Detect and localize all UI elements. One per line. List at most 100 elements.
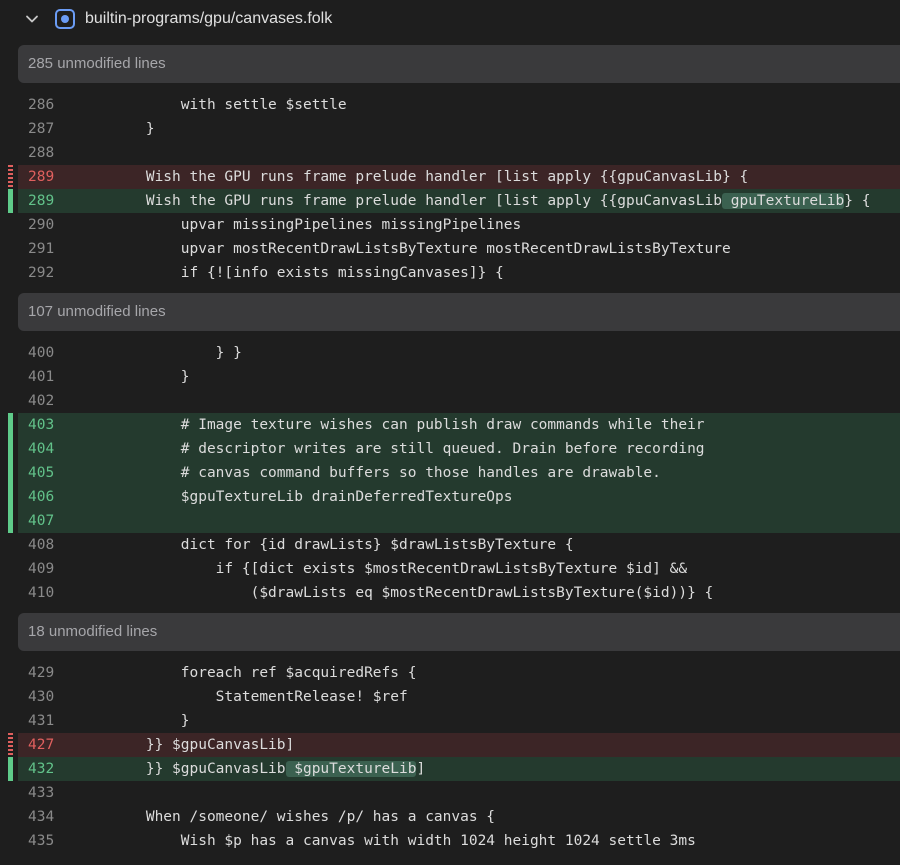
- added-line: 404 # descriptor writes are still queued…: [0, 437, 900, 461]
- file-modified-icon: [55, 9, 75, 29]
- line-number: 291: [28, 241, 55, 257]
- context-line: 291 upvar mostRecentDrawListsByTexture m…: [0, 237, 900, 261]
- context-line: 408 dict for {id drawLists} $drawListsBy…: [0, 533, 900, 557]
- added-line: 403 # Image texture wishes can publish d…: [0, 413, 900, 437]
- file-header[interactable]: builtin-programs/gpu/canvases.folk: [0, 0, 900, 38]
- line-number: 435: [28, 833, 55, 849]
- code-text: }} $gpuCanvasLib $gpuTextureLib]: [76, 757, 425, 781]
- line-number: 431: [28, 713, 55, 729]
- context-line: 431 }: [0, 709, 900, 733]
- line-number: 292: [28, 265, 55, 281]
- code-text: upvar missingPipelines missingPipelines: [76, 217, 522, 233]
- unmodified-lines-fold[interactable]: 18 unmodified lines: [18, 613, 900, 651]
- unmodified-lines-fold[interactable]: 285 unmodified lines: [18, 45, 900, 83]
- line-number: 289: [28, 169, 55, 185]
- code-segment: ]: [416, 761, 426, 777]
- added-marker: [8, 437, 13, 461]
- changed-token: $gpuTextureLib: [285, 761, 417, 777]
- line-number: 402: [28, 393, 55, 409]
- line-number: 405: [28, 465, 55, 481]
- line-number: 400: [28, 345, 55, 361]
- context-line: 429 foreach ref $acquiredRefs {: [0, 661, 900, 685]
- line-number: 434: [28, 809, 55, 825]
- added-line: 407: [0, 509, 900, 533]
- line-number: 401: [28, 369, 55, 385]
- line-number: 409: [28, 561, 55, 577]
- code-text: }: [76, 369, 190, 385]
- line-number: 408: [28, 537, 55, 553]
- code-text: if {![info exists missingCanvases]} {: [76, 265, 504, 281]
- context-line: 400 } }: [0, 341, 900, 365]
- code-text: Wish $p has a canvas with width 1024 hei…: [76, 833, 696, 849]
- code-text: upvar mostRecentDrawListsByTexture mostR…: [76, 241, 731, 257]
- context-line: 430 StatementRelease! $ref: [0, 685, 900, 709]
- chevron-down-icon[interactable]: [24, 11, 40, 27]
- code-text: dict for {id drawLists} $drawListsByText…: [76, 537, 574, 553]
- context-line: 286 with settle $settle: [0, 93, 900, 117]
- line-number: 403: [28, 417, 55, 433]
- code-text: Wish the GPU runs frame prelude handler …: [76, 169, 749, 185]
- added-line: 432 }} $gpuCanvasLib $gpuTextureLib]: [0, 757, 900, 781]
- code-text: }: [76, 121, 155, 137]
- code-segment: }} $gpuCanvasLib: [76, 761, 286, 777]
- line-number: 427: [28, 737, 55, 753]
- added-marker: [8, 189, 13, 213]
- line-number: 287: [28, 121, 55, 137]
- context-line: 290 upvar missingPipelines missingPipeli…: [0, 213, 900, 237]
- line-number: 433: [28, 785, 55, 801]
- line-number: 404: [28, 441, 55, 457]
- context-line: 288: [0, 141, 900, 165]
- code-text: }} $gpuCanvasLib]: [76, 737, 295, 753]
- line-number: 407: [28, 513, 55, 529]
- unmodified-lines-fold[interactable]: 107 unmodified lines: [18, 293, 900, 331]
- code-text: Wish the GPU runs frame prelude handler …: [76, 189, 870, 213]
- code-text: foreach ref $acquiredRefs {: [76, 665, 417, 681]
- added-marker: [8, 485, 13, 509]
- line-number: 410: [28, 585, 55, 601]
- context-line: 434 When /someone/ wishes /p/ has a canv…: [0, 805, 900, 829]
- line-number: 429: [28, 665, 55, 681]
- line-number: 288: [28, 145, 55, 161]
- code-text: StatementRelease! $ref: [76, 689, 408, 705]
- code-text: # Image texture wishes can publish draw …: [76, 417, 705, 433]
- added-marker: [8, 509, 13, 533]
- context-line: 410 ($drawLists eq $mostRecentDrawListsB…: [0, 581, 900, 605]
- added-line: 289 Wish the GPU runs frame prelude hand…: [0, 189, 900, 213]
- code-text: # canvas command buffers so those handle…: [76, 465, 661, 481]
- removed-marker: [8, 165, 13, 189]
- line-number: 290: [28, 217, 55, 233]
- context-line: 287 }: [0, 117, 900, 141]
- added-marker: [8, 757, 13, 781]
- file-path[interactable]: builtin-programs/gpu/canvases.folk: [85, 9, 332, 29]
- line-number: 406: [28, 489, 55, 505]
- context-line: 401 }: [0, 365, 900, 389]
- code-text: } }: [76, 345, 242, 361]
- added-marker: [8, 413, 13, 437]
- code-text: # descriptor writes are still queued. Dr…: [76, 441, 705, 457]
- code-text: if {[dict exists $mostRecentDrawListsByT…: [76, 561, 688, 577]
- added-line: 406 $gpuTextureLib drainDeferredTextureO…: [0, 485, 900, 509]
- added-marker: [8, 461, 13, 485]
- context-line: 292 if {![info exists missingCanvases]} …: [0, 261, 900, 285]
- context-line: 409 if {[dict exists $mostRecentDrawList…: [0, 557, 900, 581]
- context-line: 435 Wish $p has a canvas with width 1024…: [0, 829, 900, 853]
- code-text: When /someone/ wishes /p/ has a canvas {: [76, 809, 496, 825]
- code-text: ($drawLists eq $mostRecentDrawListsByTex…: [76, 585, 714, 601]
- context-line: 402: [0, 389, 900, 413]
- code-text: }: [76, 713, 190, 729]
- removed-line: 427 }} $gpuCanvasLib]: [0, 733, 900, 757]
- line-highlight: [18, 509, 900, 533]
- line-number: 286: [28, 97, 55, 113]
- changed-token: gpuTextureLib: [722, 193, 845, 209]
- code-text: with settle $settle: [76, 97, 347, 113]
- line-number: 430: [28, 689, 55, 705]
- context-line: 433: [0, 781, 900, 805]
- code-text: $gpuTextureLib drainDeferredTextureOps: [76, 489, 513, 505]
- line-number: 432: [28, 761, 55, 777]
- added-line: 405 # canvas command buffers so those ha…: [0, 461, 900, 485]
- code-segment: Wish the GPU runs frame prelude handler …: [76, 193, 723, 209]
- line-number: 289: [28, 193, 55, 209]
- removed-line: 289 Wish the GPU runs frame prelude hand…: [0, 165, 900, 189]
- code-segment: } {: [844, 193, 871, 209]
- removed-marker: [8, 733, 13, 757]
